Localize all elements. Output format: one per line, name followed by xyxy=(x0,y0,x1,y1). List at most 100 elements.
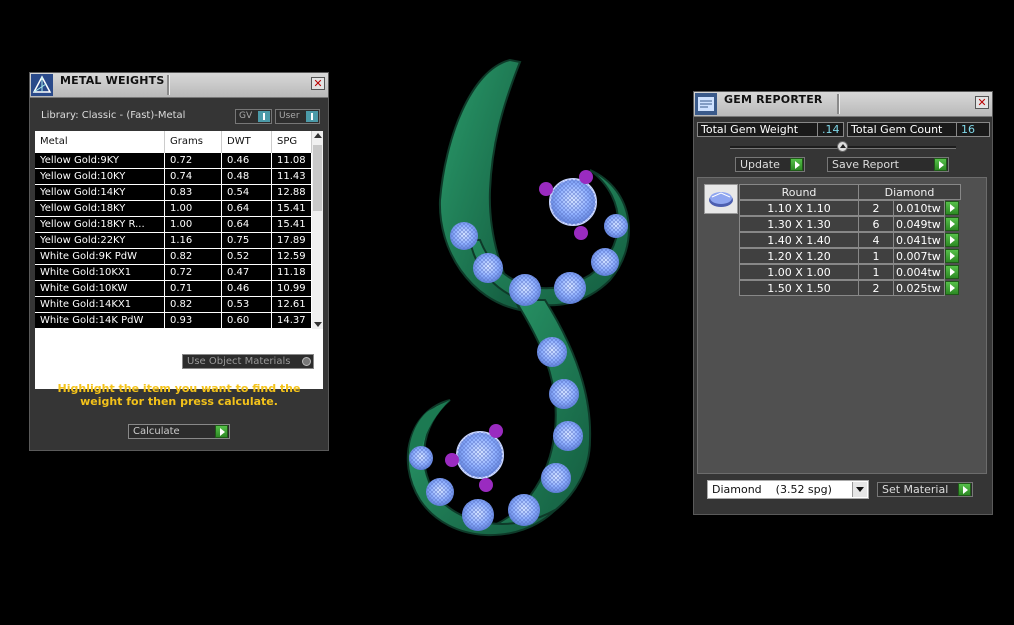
column-header-material[interactable]: Diamond xyxy=(858,184,961,200)
cell-dwt: 0.64 xyxy=(222,217,272,232)
cell-grams: 0.83 xyxy=(165,185,222,200)
cell-grams: 0.72 xyxy=(165,265,222,280)
cell-metal: White Gold:14KX1 xyxy=(35,297,165,312)
calculate-label: Calculate xyxy=(133,426,180,437)
collapse-handle-icon[interactable] xyxy=(837,141,848,152)
cell-metal: Yellow Gold:18KY R... xyxy=(35,217,165,232)
play-arrow-icon[interactable] xyxy=(945,265,959,279)
cell-metal: White Gold:10KW xyxy=(35,281,165,296)
play-arrow-icon[interactable] xyxy=(945,249,959,263)
cell-grams: 0.74 xyxy=(165,169,222,184)
table-header-row: Metal Grams DWT SPG xyxy=(35,131,323,153)
list-item[interactable]: 1.10 X 1.10 2 0.010tw xyxy=(698,200,988,216)
table-row[interactable]: White Gold:14K PdW 0.93 0.60 14.37 xyxy=(35,313,312,329)
jewelry-model xyxy=(406,58,630,536)
cell-count: 6 xyxy=(858,216,894,232)
cell-metal: Yellow Gold:10KY xyxy=(35,169,165,184)
material-select[interactable]: Diamond (3.52 spg) xyxy=(707,480,869,499)
save-report-button[interactable]: Save Report xyxy=(827,157,949,172)
play-arrow-icon xyxy=(958,483,971,496)
update-button[interactable]: Update xyxy=(735,157,805,172)
instruction-text: Highlight the item you want to find the … xyxy=(57,382,301,408)
cell-spg: 12.59 xyxy=(272,249,312,264)
cell-spg: 14.37 xyxy=(272,313,312,328)
column-header-spg[interactable]: SPG xyxy=(272,131,312,153)
set-material-button[interactable]: Set Material xyxy=(877,482,973,497)
column-header-metal[interactable]: Metal xyxy=(35,131,165,153)
table-row[interactable]: Yellow Gold:10KY 0.74 0.48 11.43 xyxy=(35,169,312,185)
cell-metal: Yellow Gold:22KY xyxy=(35,233,165,248)
list-item[interactable]: 1.50 X 1.50 2 0.025tw xyxy=(698,280,988,296)
cell-grams: 0.71 xyxy=(165,281,222,296)
cell-grams: 0.93 xyxy=(165,313,222,328)
metal-weights-titlebar[interactable]: METAL WEIGHTS ✕ xyxy=(30,73,328,98)
scroll-up-arrow[interactable] xyxy=(314,133,322,138)
table-row[interactable]: Yellow Gold:14KY 0.83 0.54 12.88 xyxy=(35,185,312,201)
play-arrow-icon xyxy=(215,425,228,438)
cell-metal: Yellow Gold:9KY xyxy=(35,153,165,168)
cell-size: 1.30 X 1.30 xyxy=(739,216,859,232)
scroll-down-arrow[interactable] xyxy=(314,322,322,327)
table-row[interactable]: Yellow Gold:22KY 1.16 0.75 17.89 xyxy=(35,233,312,249)
gem-report-list[interactable]: Round Diamond 1.10 X 1.10 2 0.010tw 1.30 X … xyxy=(697,177,987,474)
user-combo[interactable]: User xyxy=(275,109,320,124)
column-header-dwt[interactable]: DWT xyxy=(222,131,272,153)
cell-spg: 11.18 xyxy=(272,265,312,280)
gem-reporter-panel: GEM REPORTER ✕ Total Gem Weight .14 Tota… xyxy=(693,91,993,515)
table-vscrollbar[interactable] xyxy=(312,131,323,329)
user-combo-bar xyxy=(306,111,318,122)
cell-spg: 17.89 xyxy=(272,233,312,248)
play-arrow-icon[interactable] xyxy=(945,201,959,215)
radio-icon xyxy=(302,357,311,366)
table-row[interactable]: White Gold:10KX1 0.72 0.47 11.18 xyxy=(35,265,312,281)
play-arrow-icon xyxy=(934,158,947,171)
scroll-thumb[interactable] xyxy=(313,145,322,211)
cell-dwt: 0.75 xyxy=(222,233,272,248)
close-button[interactable]: ✕ xyxy=(975,96,989,109)
table-row[interactable]: Yellow Gold:9KY 0.72 0.46 11.08 xyxy=(35,153,312,169)
list-item[interactable]: 1.40 X 1.40 4 0.041tw xyxy=(698,232,988,248)
pyramid-logo-icon xyxy=(31,74,53,96)
cell-spg: 15.41 xyxy=(272,201,312,216)
cell-spg: 11.08 xyxy=(272,153,312,168)
column-header-shape[interactable]: Round xyxy=(739,184,859,200)
table-row[interactable]: White Gold:14KX1 0.82 0.53 12.61 xyxy=(35,297,312,313)
close-button[interactable]: ✕ xyxy=(311,77,325,90)
material-select-value: Diamond (3.52 spg) xyxy=(712,483,832,496)
cell-size: 1.20 X 1.20 xyxy=(739,248,859,264)
update-label: Update xyxy=(740,158,780,171)
gem-reporter-titlebar[interactable]: GEM REPORTER ✕ xyxy=(694,92,992,117)
cell-spg: 11.43 xyxy=(272,169,312,184)
cell-metal: Yellow Gold:18KY xyxy=(35,201,165,216)
use-object-materials-toggle[interactable]: Use Object Materials xyxy=(182,354,314,369)
play-arrow-icon[interactable] xyxy=(945,233,959,247)
gv-combo[interactable]: GV xyxy=(235,109,272,124)
cell-grams: 1.16 xyxy=(165,233,222,248)
column-header-grams[interactable]: Grams xyxy=(165,131,222,153)
cell-dwt: 0.54 xyxy=(222,185,272,200)
cell-count: 1 xyxy=(858,248,894,264)
cell-count: 4 xyxy=(858,232,894,248)
table-row[interactable]: White Gold:9K PdW 0.82 0.52 12.59 xyxy=(35,249,312,265)
table-row[interactable]: Yellow Gold:18KY 1.00 0.64 15.41 xyxy=(35,201,312,217)
chevron-down-icon[interactable] xyxy=(852,482,867,497)
list-item[interactable]: 1.30 X 1.30 6 0.049tw xyxy=(698,216,988,232)
play-arrow-icon[interactable] xyxy=(945,217,959,231)
table-row[interactable]: Yellow Gold:18KY R... 1.00 0.64 15.41 xyxy=(35,217,312,233)
set-material-label: Set Material xyxy=(882,483,949,496)
play-arrow-icon[interactable] xyxy=(945,281,959,295)
total-gem-weight-field: Total Gem Weight .14 xyxy=(697,122,844,137)
cell-metal: White Gold:10KX1 xyxy=(35,265,165,280)
cell-dwt: 0.64 xyxy=(222,201,272,216)
cell-spg: 12.61 xyxy=(272,297,312,312)
cell-weight: 0.049tw xyxy=(893,216,945,232)
list-item[interactable]: 1.00 X 1.00 1 0.004tw xyxy=(698,264,988,280)
table-row[interactable]: White Gold:10KW 0.71 0.46 10.99 xyxy=(35,281,312,297)
cell-weight: 0.041tw xyxy=(893,232,945,248)
total-gem-weight-label: Total Gem Weight xyxy=(701,123,799,136)
metal-table[interactable]: Metal Grams DWT SPG Yellow Gold:9KY 0.72 0… xyxy=(35,131,323,389)
list-item[interactable]: 1.20 X 1.20 1 0.007tw xyxy=(698,248,988,264)
cell-grams: 0.72 xyxy=(165,153,222,168)
total-gem-count-field: Total Gem Count 16 xyxy=(847,122,990,137)
calculate-button[interactable]: Calculate xyxy=(128,424,230,439)
